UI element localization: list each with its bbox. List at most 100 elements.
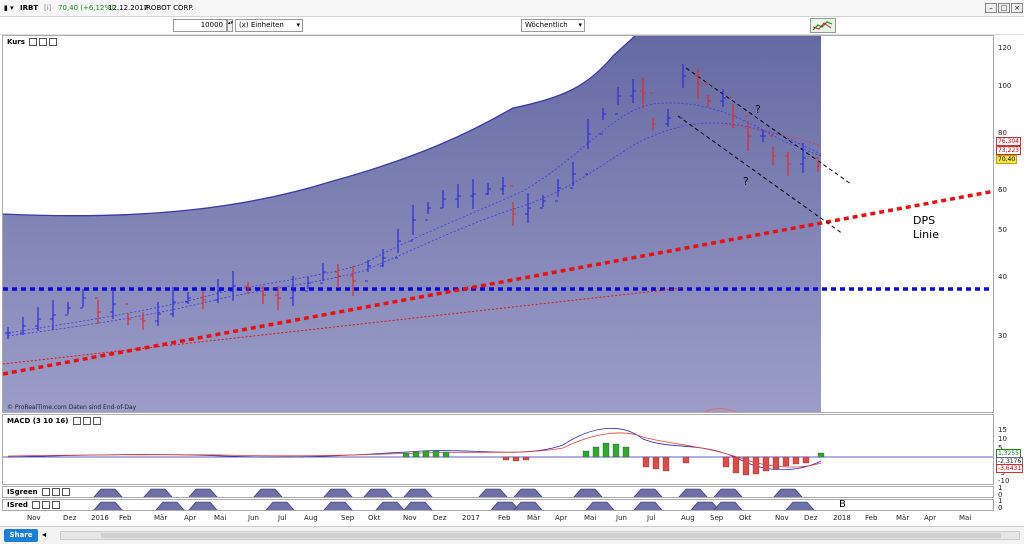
macd-histogram-bar: [762, 456, 770, 472]
y-tick: 0: [998, 504, 1003, 512]
isgreen-chart[interactable]: [3, 487, 994, 498]
settings-icon[interactable]: [29, 38, 38, 46]
x-tick-label: Sep: [341, 514, 355, 522]
menu-icon[interactable]: ▮ ▾: [4, 4, 14, 12]
close-icon[interactable]: [52, 501, 61, 509]
dps-label-2: Linie: [913, 228, 939, 241]
x-tick-label: Okt: [368, 514, 381, 522]
macd-panel-title: MACD (3 10 16): [7, 417, 101, 425]
indicator-bump: [253, 488, 283, 497]
isred-panel: ISred B: [2, 499, 994, 511]
macd-line: [7, 428, 822, 471]
price-chart[interactable]: [3, 36, 994, 413]
x-tick-label: Mai: [214, 514, 227, 522]
price-label-ma1: 76,304: [996, 137, 1021, 146]
indicator-bump: [93, 488, 123, 497]
window-icon[interactable]: [42, 501, 51, 509]
chevron-down-icon: ▾: [578, 21, 582, 29]
price-panel-title: Kurs: [7, 38, 58, 46]
window-icon[interactable]: [39, 38, 48, 46]
macd-histogram-bar: [782, 456, 790, 467]
macd-panel: MACD (3 10 16): [2, 414, 994, 485]
macd-histogram-bar: [772, 456, 780, 470]
macd-histogram-bar: [642, 456, 650, 468]
isgreen-panel-title: ISgreen: [7, 488, 71, 496]
x-tick-label: Mär: [527, 514, 541, 522]
x-tick-label: Mai: [584, 514, 597, 522]
indicator-y-axis: 1 0 1 0: [995, 484, 1024, 512]
isgreen-label: ISgreen: [7, 488, 38, 496]
macd-chart[interactable]: [3, 415, 994, 485]
y-tick: 60: [998, 186, 1007, 194]
share-button[interactable]: Share: [4, 529, 38, 542]
maximize-icon[interactable]: □: [998, 3, 1010, 13]
info-icon[interactable]: [i]: [44, 4, 51, 12]
macd-histogram-bar: [522, 456, 530, 461]
x-tick-label: Sep: [710, 514, 724, 522]
scroll-left-icon[interactable]: ◂: [42, 530, 46, 539]
macd-histogram-bar: [652, 456, 660, 470]
macd-histogram-bar: [442, 451, 450, 458]
settings-icon[interactable]: [72, 417, 81, 425]
price-label-ma2: 73,223: [996, 146, 1021, 155]
price-y-axis: 120 100 80 60 50 40 30 76,304 73,223 70,…: [995, 35, 1024, 413]
chart-type-icon[interactable]: [810, 18, 836, 33]
macd-histogram-bar: [752, 456, 760, 475]
chart-toolbar: 10000 ▴▾ (x) Einheiten ▾ Wöchentlich ▾: [0, 17, 1024, 35]
macd-histogram-bar: [502, 456, 510, 461]
company-name: IROBOT CORP.: [144, 4, 194, 12]
x-tick-label: Dez: [63, 514, 77, 522]
x-tick-label: Apr: [184, 514, 197, 522]
quote-date: 12.12.2017: [108, 4, 149, 12]
settings-icon[interactable]: [42, 488, 51, 496]
dps-label-1: DPS: [913, 214, 936, 227]
macd-histogram-bar: [412, 451, 420, 458]
window-icon[interactable]: [82, 417, 91, 425]
indicator-bump: [403, 488, 433, 497]
x-tick-label: Dez: [433, 514, 447, 522]
unit-select[interactable]: (x) Einheiten ▾: [235, 19, 303, 32]
indicator-bump: [678, 488, 708, 497]
macd-histogram-bar: [402, 452, 410, 458]
x-tick-label: 2017: [462, 514, 480, 522]
unit-select-value: (x) Einheiten: [239, 21, 284, 29]
x-tick-label: Jun: [248, 514, 259, 522]
close-icon[interactable]: [92, 417, 101, 425]
quantity-stepper[interactable]: ▴▾: [227, 19, 233, 32]
x-tick-label: Mai: [959, 514, 972, 522]
macd-histogram-bar: [592, 446, 600, 458]
macd-histogram-bar: [817, 452, 825, 458]
indicator-bump: [585, 501, 615, 510]
scrollbar[interactable]: [60, 531, 1020, 540]
price-change: 70,40 (+6,12%): [58, 4, 114, 12]
scroll-thumb[interactable]: [101, 533, 1001, 538]
question-mark-upper: ?: [755, 103, 761, 116]
macd-histogram-bar: [622, 446, 630, 458]
source-note: © ProRealTime.com Daten sind End-of-Day: [7, 404, 137, 411]
macd-histogram-bar: [422, 450, 430, 458]
symbol-label[interactable]: IRBT: [20, 4, 38, 12]
indicator-bump: [323, 488, 353, 497]
window-icon[interactable]: [52, 488, 61, 496]
indicator-bump: [155, 501, 185, 510]
macd-histogram-bar: [682, 456, 690, 464]
period-select[interactable]: Wöchentlich ▾: [521, 19, 585, 32]
indicator-bump: [93, 501, 123, 510]
macd-y-axis: 15 10 5 0 -5 -10 1,3255 -2,3176 -3,6431: [995, 414, 1024, 485]
quantity-input[interactable]: 10000: [173, 19, 227, 32]
x-tick-label: Feb: [119, 514, 132, 522]
x-tick-label: Dez: [804, 514, 818, 522]
close-icon[interactable]: ×: [1011, 3, 1023, 13]
close-icon[interactable]: [49, 38, 58, 46]
y-tick: 10: [998, 435, 1007, 443]
close-icon[interactable]: [62, 488, 71, 496]
x-tick-label: Jul: [647, 514, 656, 522]
x-tick-label: Nov: [403, 514, 417, 522]
settings-icon[interactable]: [32, 501, 41, 509]
chevron-down-icon: ▾: [296, 21, 300, 29]
indicator-bump: [188, 501, 218, 510]
indicator-bump: [573, 488, 603, 497]
macd-histogram-bar: [602, 442, 610, 458]
x-tick-label: Aug: [304, 514, 318, 522]
minimize-icon[interactable]: –: [985, 3, 997, 13]
